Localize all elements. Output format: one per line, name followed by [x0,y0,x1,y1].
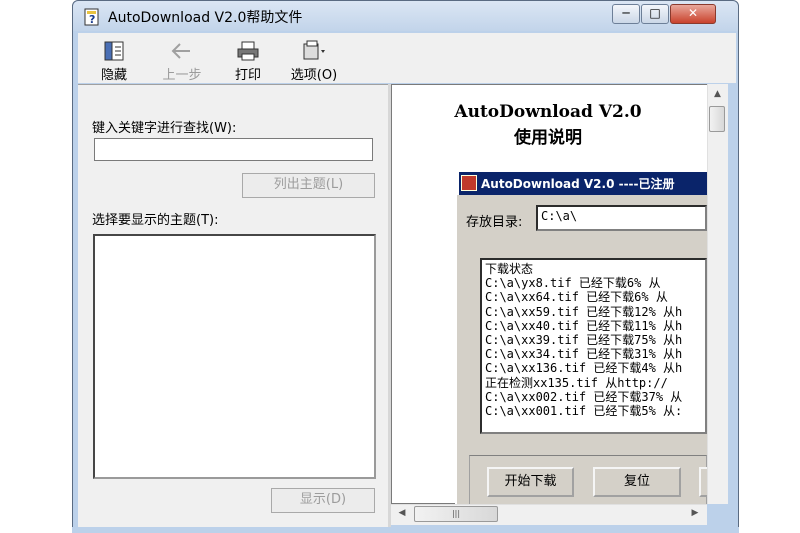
reset-button: 复位 [593,467,681,497]
log-line: C:\a\xx136.tif 已经下载4% 从h [485,361,683,376]
display-button[interactable]: 显示(D) [271,488,375,513]
maximize-icon: □ [649,6,661,20]
options-label: 选项(O) [290,68,338,83]
help-file-icon: ? [84,8,99,26]
back-button[interactable]: 上一步 [154,40,210,83]
vertical-scroll-thumb[interactable] [709,106,725,132]
topic-listbox[interactable] [93,234,376,479]
log-line: C:\a\yx8.tif 已经下载6% 从 [485,276,661,291]
horizontal-scroll-thumb[interactable]: ||| [414,506,498,522]
minimize-icon: ─ [622,6,630,20]
close-button[interactable]: ✕ [670,4,716,24]
back-arrow-icon [171,43,190,59]
window-bottom-border [72,527,739,533]
log-line: C:\a\xx002.tif 已经下载37% 从 [485,389,683,404]
minimize-button[interactable]: ─ [612,4,640,24]
hide-button[interactable]: 隐藏 [92,40,136,83]
keyword-label: 键入关键字进行查找(W): [92,121,237,136]
doc-title-line1: AutoDownload V2.0 [454,102,642,122]
dir-label: 存放目录: [466,215,523,230]
app-icon [461,175,477,191]
hide-pane-icon [104,41,124,61]
start-download-button: 开始下载 [487,467,574,497]
dir-value: C:\a\ [536,205,707,231]
hide-label: 隐藏 [100,68,127,83]
log-line: C:\a\xx39.tif 已经下载75% 从h [485,333,683,348]
scroll-left-arrow-icon[interactable]: ◀ [395,508,409,518]
log-line: C:\a\xx59.tif 已经下载12% 从h [485,304,683,319]
print-label: 打印 [234,68,261,83]
app-screenshot-title: AutoDownload V2.0 ----已注册 [481,177,675,191]
partial-button [699,467,707,497]
log-line: 正在检测xx135.tif 从http:// [485,375,668,390]
back-label: 上一步 [162,68,202,83]
scroll-up-arrow-icon[interactable]: ▲ [709,89,726,99]
options-icon [303,40,325,60]
list-topics-button[interactable]: 列出主题(L) [242,173,375,198]
keyword-input[interactable] [94,138,373,161]
log-line: C:\a\xx001.tif 已经下载5% 从: [485,404,683,419]
options-button[interactable]: 选项(O) [285,40,343,83]
log-line: C:\a\xx64.tif 已经下载6% 从 [485,290,668,305]
print-button[interactable]: 打印 [228,40,268,83]
download-log: 下载状态 C:\a\yx8.tif 已经下载6% 从 C:\a\xx64.tif… [480,258,707,434]
printer-icon [237,41,259,61]
log-line: C:\a\xx40.tif 已经下载11% 从h [485,318,683,333]
svg-text:?: ? [89,13,95,26]
window-title: AutoDownload V2.0帮助文件 [108,10,303,26]
log-line: C:\a\xx34.tif 已经下载31% 从h [485,347,683,362]
log-line: 下载状态 [485,262,534,276]
select-topic-label: 选择要显示的主题(T): [92,213,219,228]
close-icon: ✕ [687,6,699,20]
scroll-right-arrow-icon[interactable]: ▶ [688,508,702,518]
vertical-scrollbar[interactable] [707,84,728,504]
maximize-button[interactable]: □ [641,4,669,24]
doc-title-line2: 使用说明 [514,128,582,148]
